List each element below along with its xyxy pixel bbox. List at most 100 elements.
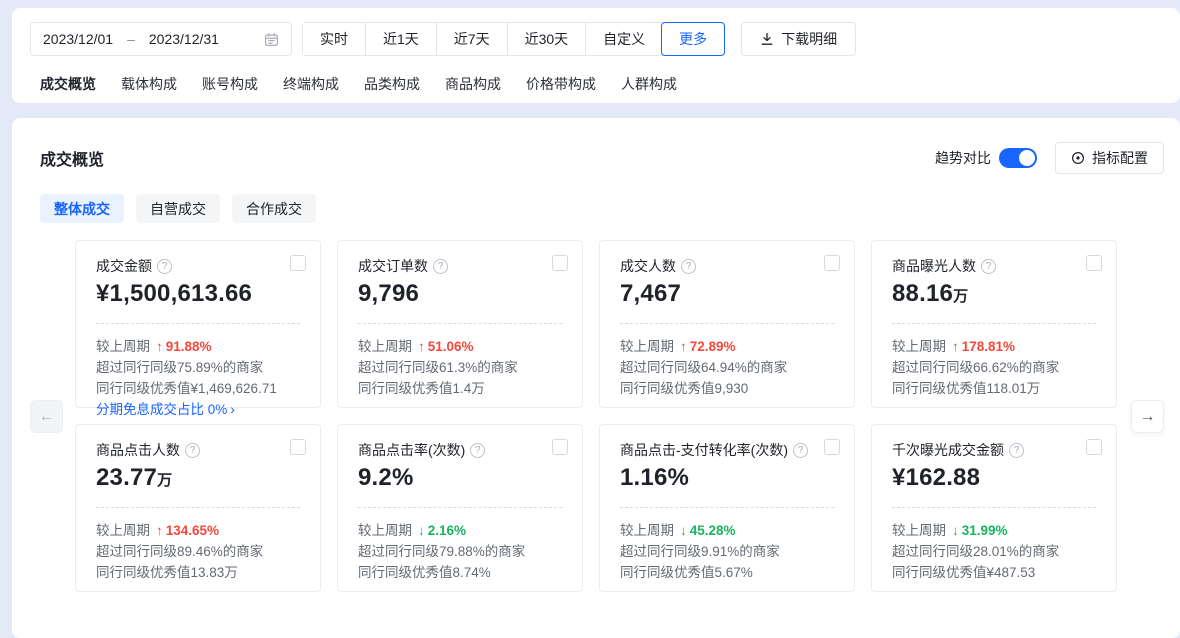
- card-select-checkbox[interactable]: [1086, 439, 1102, 455]
- delta-label: 较上周期: [892, 339, 946, 354]
- date-range-picker[interactable]: 2023/12/01 – 2023/12/31: [30, 22, 292, 56]
- nav-tab-product[interactable]: 商品构成: [445, 74, 501, 94]
- trend-arrow-icon: ↓: [418, 523, 425, 538]
- metric-card-orders: 成交订单数 ? 9,796 较上周期 ↑ 51.06% 超过同行同级61.3%的商家…: [337, 240, 583, 408]
- quick-range-custom[interactable]: 自定义: [585, 23, 663, 55]
- delta-label: 较上周期: [620, 523, 674, 538]
- nav-tab-price-band[interactable]: 价格带构成: [526, 74, 596, 94]
- delta-line: 较上周期 ↑ 178.81%: [892, 336, 1096, 357]
- help-icon[interactable]: ?: [1009, 442, 1024, 458]
- date-end[interactable]: 2023/12/31: [149, 31, 219, 47]
- help-icon[interactable]: ?: [793, 442, 808, 458]
- peer-comparison-line: 超过同行同级9.91%的商家: [620, 544, 780, 559]
- trend-arrow-icon: ↑: [952, 339, 959, 354]
- download-button[interactable]: 下载明细: [741, 22, 857, 56]
- delta-label: 较上周期: [620, 339, 674, 354]
- excellent-value-line: 同行同级优秀值5.67%: [620, 565, 753, 580]
- quick-range-30d[interactable]: 近30天: [506, 23, 586, 55]
- trend-arrow-icon: ↑: [156, 523, 163, 538]
- quick-range-more[interactable]: 更多: [661, 22, 726, 56]
- card-title: 成交人数: [620, 258, 676, 274]
- peer-comparison-line: 超过同行同级61.3%的商家: [358, 360, 518, 375]
- delta-value: ↓ 45.28%: [680, 523, 736, 538]
- card-value: 88.16万: [892, 280, 969, 307]
- excellent-value-line: 同行同级优秀值¥1,469,626.71: [96, 381, 277, 396]
- card-select-checkbox[interactable]: [290, 439, 306, 455]
- delta-line: 较上周期 ↓ 31.99%: [892, 520, 1096, 541]
- card-select-checkbox[interactable]: [552, 439, 568, 455]
- quick-range-7d[interactable]: 近7天: [435, 23, 507, 55]
- help-icon[interactable]: ?: [433, 258, 448, 274]
- trend-compare-toggle[interactable]: [999, 148, 1037, 168]
- card-value: 9.2%: [358, 464, 414, 491]
- trend-arrow-icon: ↓: [952, 523, 959, 538]
- excellent-value-line: 同行同级优秀值9,930: [620, 381, 749, 396]
- cards-next-button[interactable]: →: [1131, 400, 1164, 433]
- delta-value: ↑ 91.88%: [156, 339, 212, 354]
- metric-config-button[interactable]: 指标配置: [1055, 142, 1164, 174]
- metric-card-exposure-users: 商品曝光人数 ? 88.16万 较上周期 ↑ 178.81% 超过同行同级66.62…: [871, 240, 1117, 408]
- help-icon[interactable]: ?: [470, 442, 486, 458]
- download-icon: [761, 32, 773, 45]
- excellent-value-line: 同行同级优秀值13.83万: [96, 565, 238, 580]
- card-title: 商品点击率(次数): [358, 442, 466, 458]
- installment-link[interactable]: 分期免息成交占比 0% ›: [96, 399, 300, 420]
- delta-label: 较上周期: [892, 523, 946, 538]
- nav-tab-carrier[interactable]: 载体构成: [121, 74, 177, 94]
- quick-range-group: 实时 近1天 近7天 近30天 自定义 更多: [302, 22, 726, 56]
- delta-value: ↑ 134.65%: [156, 523, 220, 538]
- card-select-checkbox[interactable]: [1086, 255, 1102, 271]
- download-label: 下载明细: [781, 31, 838, 47]
- sub-tab-self-operated[interactable]: 自营成交: [136, 194, 220, 223]
- trend-arrow-icon: ↓: [680, 523, 687, 538]
- card-title: 商品点击人数: [96, 442, 180, 458]
- divider: [96, 323, 300, 324]
- delta-label: 较上周期: [96, 523, 150, 538]
- card-value: 7,467: [620, 280, 682, 307]
- trend-arrow-icon: ↑: [680, 339, 687, 354]
- help-icon[interactable]: ?: [157, 258, 172, 274]
- card-value: 1.16%: [620, 464, 690, 491]
- excellent-value-line: 同行同级优秀值¥487.53: [892, 565, 1036, 580]
- metric-card-gmv-per-mille: 千次曝光成交金额 ? ¥162.88 较上周期 ↓ 31.99% 超过同行同级28.…: [871, 424, 1117, 592]
- divider: [358, 323, 562, 324]
- chevron-right-icon: ›: [230, 401, 235, 417]
- help-icon[interactable]: ?: [185, 442, 200, 458]
- card-value: ¥162.88: [892, 464, 981, 491]
- metric-card-click-users: 商品点击人数 ? 23.77万 较上周期 ↑ 134.65% 超过同行同级89.46…: [75, 424, 321, 592]
- nav-tab-category[interactable]: 品类构成: [364, 74, 420, 94]
- trend-arrow-icon: ↑: [156, 339, 163, 354]
- sub-tab-overall[interactable]: 整体成交: [40, 194, 124, 223]
- delta-label: 较上周期: [358, 339, 412, 354]
- nav-tab-account[interactable]: 账号构成: [202, 74, 258, 94]
- card-select-checkbox[interactable]: [824, 255, 840, 271]
- divider: [892, 507, 1096, 508]
- peer-comparison-line: 超过同行同级75.89%的商家: [96, 360, 264, 375]
- nav-tab-overview[interactable]: 成交概览: [40, 74, 96, 94]
- card-title: 成交订单数: [358, 258, 428, 274]
- excellent-value-line: 同行同级优秀值8.74%: [358, 565, 491, 580]
- card-select-checkbox[interactable]: [824, 439, 840, 455]
- excellent-value-line: 同行同级优秀值1.4万: [358, 381, 485, 396]
- trend-compare-label: 趋势对比: [935, 150, 991, 166]
- panel-header: 成交概览 趋势对比 指标配置: [28, 142, 1164, 174]
- help-icon[interactable]: ?: [981, 258, 996, 274]
- divider: [358, 507, 562, 508]
- quick-range-realtime[interactable]: 实时: [303, 23, 365, 55]
- date-start[interactable]: 2023/12/01: [43, 31, 113, 47]
- quick-range-1d[interactable]: 近1天: [365, 23, 436, 55]
- peer-comparison-line: 超过同行同级64.94%的商家: [620, 360, 788, 375]
- metric-config-icon: [1071, 151, 1085, 165]
- sub-tab-cooperative[interactable]: 合作成交: [232, 194, 316, 223]
- cards-prev-button[interactable]: ←: [30, 400, 63, 433]
- card-value: ¥1,500,613.66: [96, 280, 253, 307]
- card-select-checkbox[interactable]: [552, 255, 568, 271]
- delta-line: 较上周期 ↓ 45.28%: [620, 520, 834, 541]
- header-controls: 趋势对比 指标配置: [935, 142, 1164, 174]
- nav-tab-audience[interactable]: 人群构成: [621, 74, 677, 94]
- card-select-checkbox[interactable]: [290, 255, 306, 271]
- trend-arrow-icon: ↑: [418, 339, 425, 354]
- help-icon[interactable]: ?: [681, 258, 696, 274]
- nav-tab-terminal[interactable]: 终端构成: [283, 74, 339, 94]
- divider: [96, 507, 300, 508]
